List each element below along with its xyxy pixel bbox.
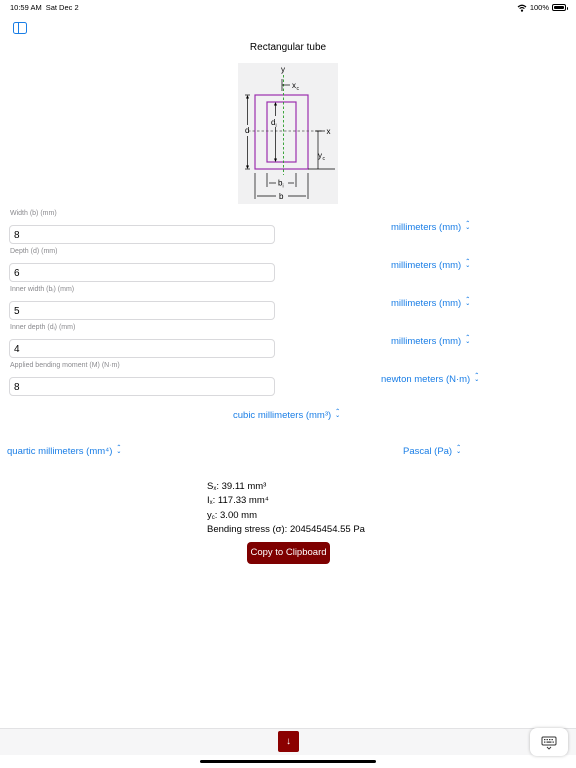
chevron-updown-icon: ⌃ ⌄	[456, 445, 462, 455]
chevron-updown-icon: ⌃ ⌄	[465, 259, 471, 269]
y-axis-label: y	[281, 65, 285, 74]
keyboard-icon[interactable]	[530, 728, 568, 756]
chevron-updown-icon: ⌃ ⌄	[335, 409, 341, 419]
status-time: 10:59 AM Sat Dec 2	[10, 3, 79, 12]
moment-of-inertia-result: Ix: 117.33 mm⁴	[207, 495, 269, 507]
battery-percent: 100%	[529, 3, 549, 12]
moment-unit-picker[interactable]: newton meters (N·m) ⌃ ⌄	[381, 373, 480, 385]
b-label: b	[279, 192, 284, 201]
status-bar: 10:59 AM Sat Dec 2 100%	[0, 0, 576, 16]
inner-width-label: Inner width (bᵢ) (mm)	[10, 286, 75, 293]
xc-label: x	[292, 81, 296, 90]
width-unit-label: millimeters (mm)	[391, 222, 462, 233]
copy-to-clipboard-button[interactable]: Copy to Clipboard	[247, 542, 330, 564]
rectangular-tube-diagram: y x c d d i x y c b i b	[238, 63, 338, 204]
xc-sub-label: c	[297, 86, 300, 92]
width-input[interactable]: 8	[9, 225, 275, 244]
moment-unit-label: newton meters (N·m)	[381, 374, 471, 385]
stress-unit-picker[interactable]: Pascal (Pa) ⌃ ⌄	[403, 445, 462, 457]
yc-sub-label: c	[323, 156, 326, 162]
stress-unit-label: Pascal (Pa)	[403, 446, 453, 457]
depth-input[interactable]: 6	[9, 263, 275, 282]
arrow-down-icon[interactable]: ↓	[278, 731, 299, 752]
bending-stress-result: Bending stress (σ): 204545454.55 Pa	[207, 523, 365, 535]
chevron-updown-icon: ⌃ ⌄	[474, 373, 480, 383]
time-label: 10:59 AM	[10, 3, 42, 12]
home-indicator	[200, 760, 376, 763]
width-unit-picker[interactable]: millimeters (mm) ⌃ ⌄	[391, 221, 471, 233]
centroid-result: yc: 3.00 mm	[207, 509, 257, 521]
date-label: Sat Dec 2	[45, 3, 79, 12]
bi-sub-label: i	[283, 184, 284, 190]
inner-width-unit-picker[interactable]: millimeters (mm) ⌃ ⌄	[391, 297, 471, 309]
inner-width-unit-label: millimeters (mm)	[391, 298, 462, 309]
x-axis-label: x	[327, 127, 331, 136]
chevron-updown-icon: ⌃ ⌄	[465, 221, 471, 231]
page-title: Rectangular tube	[249, 42, 327, 53]
bending-moment-input[interactable]: 8	[9, 377, 275, 396]
yc-label: y	[318, 151, 322, 160]
d-label: d	[245, 126, 249, 135]
inner-width-input[interactable]: 5	[9, 301, 275, 320]
battery-icon	[552, 4, 568, 11]
inner-depth-input[interactable]: 4	[9, 339, 275, 358]
bending-moment-label: Applied bending moment (M) (N·m)	[10, 362, 120, 369]
section-modulus-unit-picker[interactable]: cubic millimeters (mm³) ⌃ ⌄	[233, 409, 341, 421]
section-modulus-result: Sx: 39.11 mm³	[207, 481, 267, 492]
status-indicators: 100%	[517, 3, 568, 12]
inner-depth-unit-label: millimeters (mm)	[391, 336, 462, 347]
wifi-icon	[517, 4, 527, 12]
moment-of-inertia-unit-picker[interactable]: quartic millimeters (mm⁴) ⌃ ⌄	[7, 445, 122, 457]
width-label: Width (b) (mm)	[10, 210, 57, 217]
chevron-updown-icon: ⌃ ⌄	[116, 445, 122, 455]
results-panel: Sx: 39.11 mm³ Ix: 117.33 mm⁴ yc: 3.00 mm…	[207, 481, 365, 536]
moment-of-inertia-unit-label: quartic millimeters (mm⁴)	[7, 446, 113, 457]
chevron-updown-icon: ⌃ ⌄	[465, 335, 471, 345]
inner-depth-unit-picker[interactable]: millimeters (mm) ⌃ ⌄	[391, 335, 471, 347]
depth-unit-label: millimeters (mm)	[391, 260, 462, 271]
section-modulus-unit-label: cubic millimeters (mm³)	[233, 410, 332, 421]
di-sub-label: i	[276, 123, 277, 129]
chevron-updown-icon: ⌃ ⌄	[465, 297, 471, 307]
inner-depth-label: Inner depth (dᵢ) (mm)	[10, 324, 76, 331]
sidebar-icon[interactable]	[13, 22, 27, 34]
depth-unit-picker[interactable]: millimeters (mm) ⌃ ⌄	[391, 259, 471, 271]
depth-label: Depth (d) (mm)	[10, 248, 58, 255]
